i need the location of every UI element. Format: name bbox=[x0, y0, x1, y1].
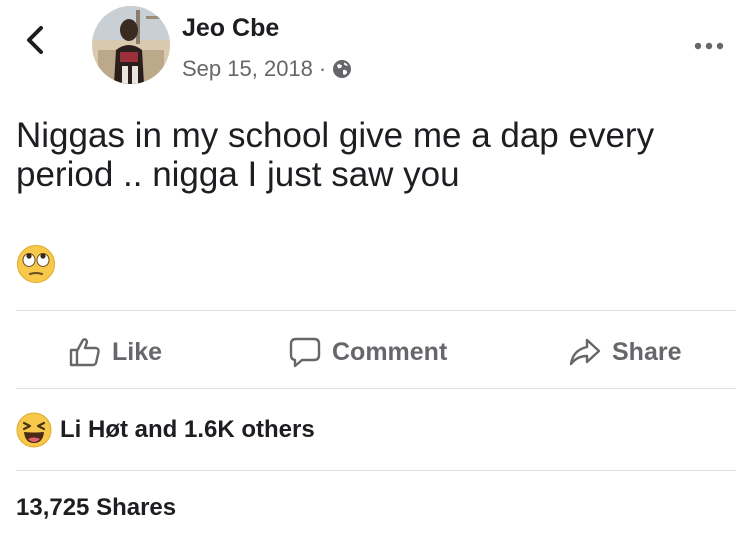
divider bbox=[16, 388, 736, 389]
post-meta: Sep 15, 2018 · bbox=[182, 56, 352, 82]
haha-reaction-icon bbox=[16, 412, 52, 448]
divider bbox=[16, 310, 736, 311]
meta-separator: · bbox=[318, 56, 327, 81]
shares-count[interactable]: 13,725 Shares bbox=[16, 494, 176, 522]
reactions-summary-text: Li Høt and 1.6K others bbox=[60, 416, 315, 443]
rolling-eyes-emoji-icon bbox=[16, 244, 56, 284]
avatar[interactable] bbox=[92, 6, 170, 84]
comment-icon bbox=[289, 337, 321, 368]
more-options-button[interactable] bbox=[694, 38, 724, 50]
globe-icon bbox=[333, 60, 352, 78]
divider bbox=[16, 470, 736, 471]
thumbs-up-icon bbox=[69, 338, 100, 367]
chevron-left-icon bbox=[27, 26, 43, 54]
share-button[interactable]: Share bbox=[568, 332, 681, 372]
ellipsis-icon bbox=[694, 42, 724, 50]
author-name[interactable]: Jeo Cbe bbox=[182, 14, 279, 43]
post-date[interactable]: Sep 15, 2018 bbox=[182, 56, 313, 82]
like-button[interactable]: Like bbox=[68, 332, 162, 372]
comment-label: Comment bbox=[332, 337, 448, 366]
like-label: Like bbox=[112, 337, 163, 366]
reactions-summary[interactable]: Li Høt and 1.6K others bbox=[16, 412, 315, 448]
comment-button[interactable]: Comment bbox=[288, 332, 447, 372]
share-label: Share bbox=[612, 337, 682, 366]
back-button[interactable] bbox=[22, 24, 50, 56]
post-text: Niggas in my school give me a dap every … bbox=[16, 116, 655, 194]
share-arrow-icon bbox=[569, 338, 601, 366]
